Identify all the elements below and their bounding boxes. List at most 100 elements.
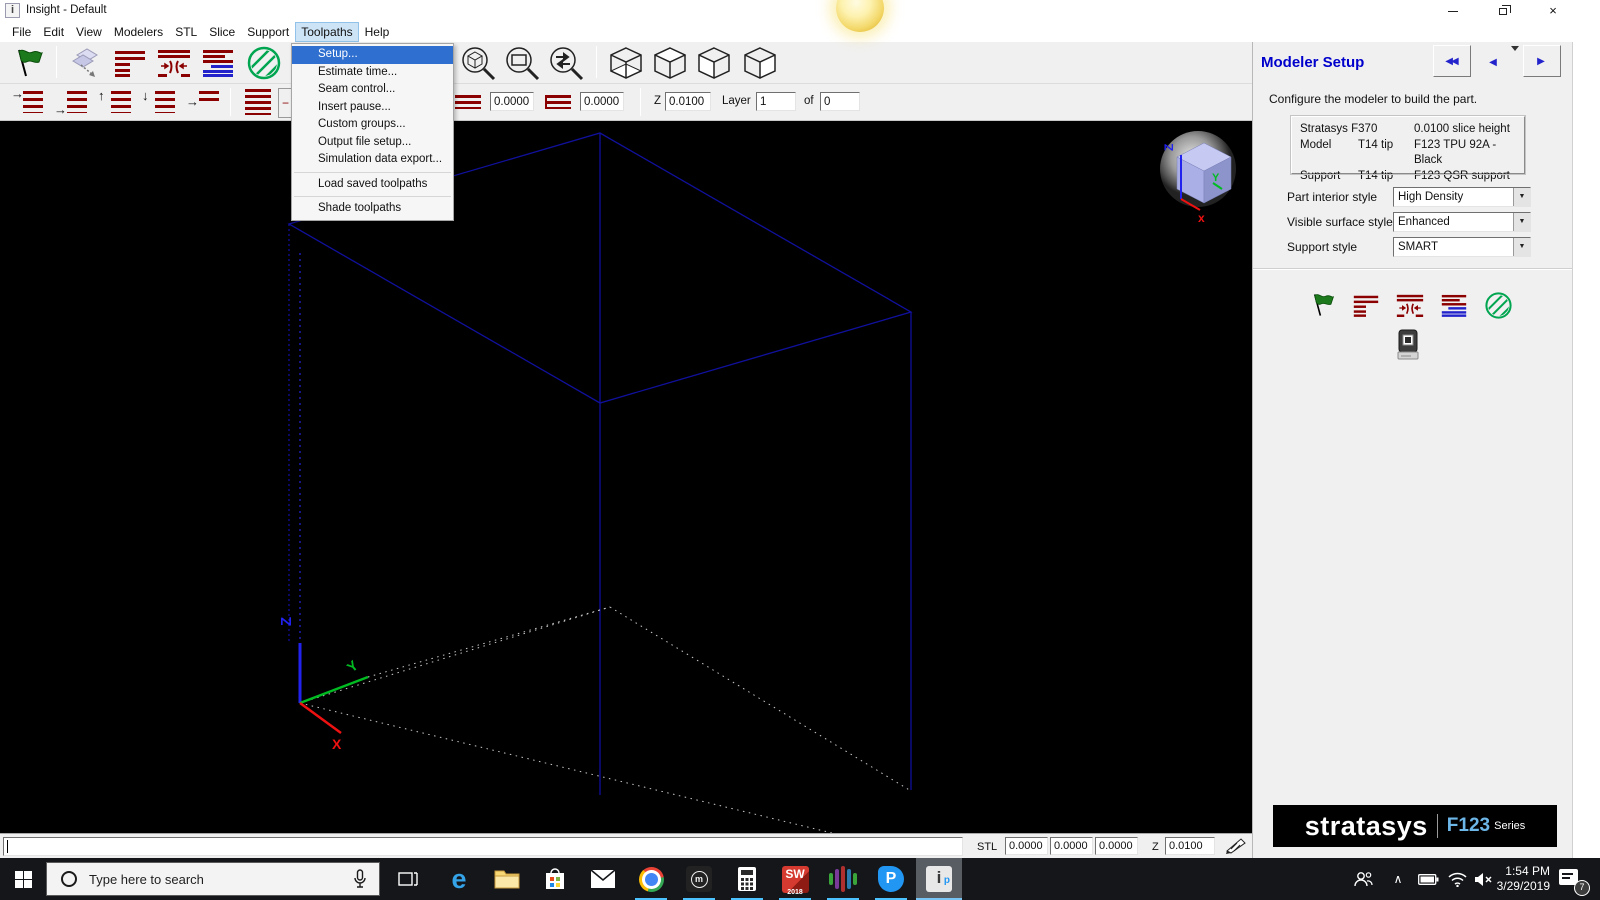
- microphone-icon[interactable]: [353, 869, 367, 889]
- start-button[interactable]: [0, 858, 46, 900]
- taskbar-insight-button[interactable]: ip: [916, 858, 962, 900]
- view-top-button[interactable]: [650, 44, 690, 81]
- menu-file[interactable]: File: [6, 22, 37, 42]
- battery-button[interactable]: [1412, 858, 1444, 900]
- taskbar-mail-button[interactable]: [580, 858, 626, 900]
- offset-b-lines-button[interactable]: [538, 86, 578, 118]
- z-height-input[interactable]: [665, 92, 711, 111]
- menu-item-seam-control[interactable]: Seam control...: [292, 81, 453, 99]
- goto-bottom-layer-button[interactable]: →: [52, 86, 92, 118]
- view-bottom-button[interactable]: [606, 44, 646, 81]
- taskbar-print-app-button[interactable]: P: [868, 858, 914, 900]
- menu-toolpaths[interactable]: Toolpaths: [295, 22, 358, 42]
- support-tip: T14 tip: [1358, 169, 1414, 185]
- previous-step-button[interactable]: ◀: [1481, 50, 1505, 74]
- insight-app-icon: i: [5, 3, 20, 18]
- viewport-3d[interactable]: Z Y X Z Y: [0, 121, 1252, 833]
- first-step-button[interactable]: ◀◀: [1433, 45, 1471, 77]
- menu-support[interactable]: Support: [241, 22, 295, 42]
- menu-item-estimate-time[interactable]: Estimate time...: [292, 64, 453, 82]
- zoom-extents-button[interactable]: [458, 44, 498, 81]
- menu-item-custom-groups[interactable]: Custom groups...: [292, 116, 453, 134]
- people-button[interactable]: [1346, 858, 1380, 900]
- taskbar-clock[interactable]: 1:54 PM 3/29/2019: [1492, 858, 1550, 900]
- taskbar-grabcad-button[interactable]: [820, 858, 866, 900]
- zoom-dynamic-button[interactable]: [546, 44, 586, 81]
- view-left-button[interactable]: [694, 44, 734, 81]
- offset-b-input[interactable]: [580, 92, 624, 111]
- zoom-window-button[interactable]: [502, 44, 542, 81]
- menu-item-output-file-setup[interactable]: Output file setup...: [292, 134, 453, 152]
- close-button[interactable]: ×: [1528, 0, 1578, 22]
- hatch-circle-icon: [1484, 291, 1513, 320]
- tray-overflow-button[interactable]: ∧: [1384, 858, 1412, 900]
- toolpath-width-button[interactable]: [154, 44, 194, 81]
- menu-stl[interactable]: STL: [169, 22, 203, 42]
- support-style-select[interactable]: SMART ▼: [1393, 237, 1531, 257]
- command-prompt-input[interactable]: [3, 837, 963, 856]
- panel-toolpaths-button[interactable]: [1481, 290, 1515, 320]
- menu-item-shade-toolpaths[interactable]: Shade toolpaths: [292, 200, 453, 218]
- finish-flag-button[interactable]: [8, 44, 48, 81]
- offset-a-input[interactable]: [490, 92, 534, 111]
- layer-down-button[interactable]: ↓: [140, 86, 180, 118]
- part-interior-style-select[interactable]: High Density ▼: [1393, 187, 1531, 207]
- layer-total-input[interactable]: [820, 92, 860, 111]
- orientation-cube[interactable]: Z Y x: [1160, 131, 1236, 225]
- taskbar-file-explorer-button[interactable]: [484, 858, 530, 900]
- dropdown-arrow-icon[interactable]: ▼: [1513, 188, 1530, 206]
- layer-number-input[interactable]: [756, 92, 796, 111]
- printer-status-button[interactable]: [1391, 330, 1425, 360]
- menu-help[interactable]: Help: [359, 22, 396, 42]
- slice-part-button[interactable]: [66, 44, 106, 81]
- support-layers-icon: [202, 49, 234, 77]
- panel-separator: [1253, 268, 1573, 270]
- offset-a-lines-button[interactable]: [448, 86, 488, 118]
- taskbar-solidworks-button[interactable]: SW 2018: [772, 858, 818, 900]
- supports-button[interactable]: [198, 44, 238, 81]
- taskbar-search-input[interactable]: Type here to search: [46, 862, 380, 896]
- measure-button[interactable]: [1222, 836, 1248, 857]
- action-center-button[interactable]: 7: [1552, 858, 1592, 900]
- menu-slice[interactable]: Slice: [203, 22, 241, 42]
- goto-current-layer-button[interactable]: →: [184, 86, 224, 118]
- taskbar-chrome-button[interactable]: [628, 858, 674, 900]
- menu-item-setup[interactable]: Setup...: [292, 46, 453, 64]
- cube-left-view-icon: [694, 45, 734, 81]
- printer-name: Stratasys F370: [1300, 122, 1414, 138]
- panel-toolpath-width-button[interactable]: [1393, 290, 1427, 320]
- taskbar-calculator-button[interactable]: [724, 858, 770, 900]
- task-view-button[interactable]: [386, 858, 430, 900]
- toolpaths-generate-button[interactable]: [244, 44, 284, 81]
- next-step-button[interactable]: ▶: [1523, 45, 1561, 77]
- visible-surface-style-select[interactable]: Enhanced ▼: [1393, 212, 1531, 232]
- status-bar: STL Z: [0, 833, 1252, 858]
- stl-z-field[interactable]: [1095, 837, 1138, 855]
- panel-slice-curves-button[interactable]: [1349, 290, 1383, 320]
- minimize-button[interactable]: [1428, 0, 1478, 22]
- restore-button[interactable]: [1478, 0, 1528, 22]
- goto-top-layer-button[interactable]: →: [8, 86, 48, 118]
- menu-modelers[interactable]: Modelers: [108, 22, 169, 42]
- taskbar-makerbot-button[interactable]: m: [676, 858, 722, 900]
- panel-finish-flag-button[interactable]: [1305, 290, 1339, 320]
- dropdown-arrow-icon[interactable]: ▼: [1513, 238, 1530, 256]
- view-right-button[interactable]: [740, 44, 780, 81]
- menu-item-simulation-data-export[interactable]: Simulation data export...: [292, 151, 453, 169]
- support-style-label: Support style: [1287, 240, 1357, 254]
- menu-edit[interactable]: Edit: [37, 22, 70, 42]
- z-value-field[interactable]: [1165, 837, 1215, 855]
- menu-item-insert-pause[interactable]: Insert pause...: [292, 99, 453, 117]
- taskbar-store-button[interactable]: [532, 858, 578, 900]
- stl-x-field[interactable]: [1005, 837, 1048, 855]
- dropdown-arrow-icon[interactable]: ▼: [1513, 213, 1530, 231]
- menu-view[interactable]: View: [70, 22, 108, 42]
- layer-up-button[interactable]: ↑: [96, 86, 136, 118]
- menu-item-load-saved-toolpaths[interactable]: Load saved toolpaths: [292, 176, 453, 194]
- panel-supports-button[interactable]: [1437, 290, 1471, 320]
- layer-toolbar: → → ↑ ↓ → − Z: [0, 84, 1252, 121]
- stl-y-field[interactable]: [1050, 837, 1093, 855]
- all-layers-button[interactable]: [238, 86, 278, 118]
- slice-curves-button[interactable]: [110, 44, 150, 81]
- taskbar-edge-button[interactable]: e: [436, 858, 482, 900]
